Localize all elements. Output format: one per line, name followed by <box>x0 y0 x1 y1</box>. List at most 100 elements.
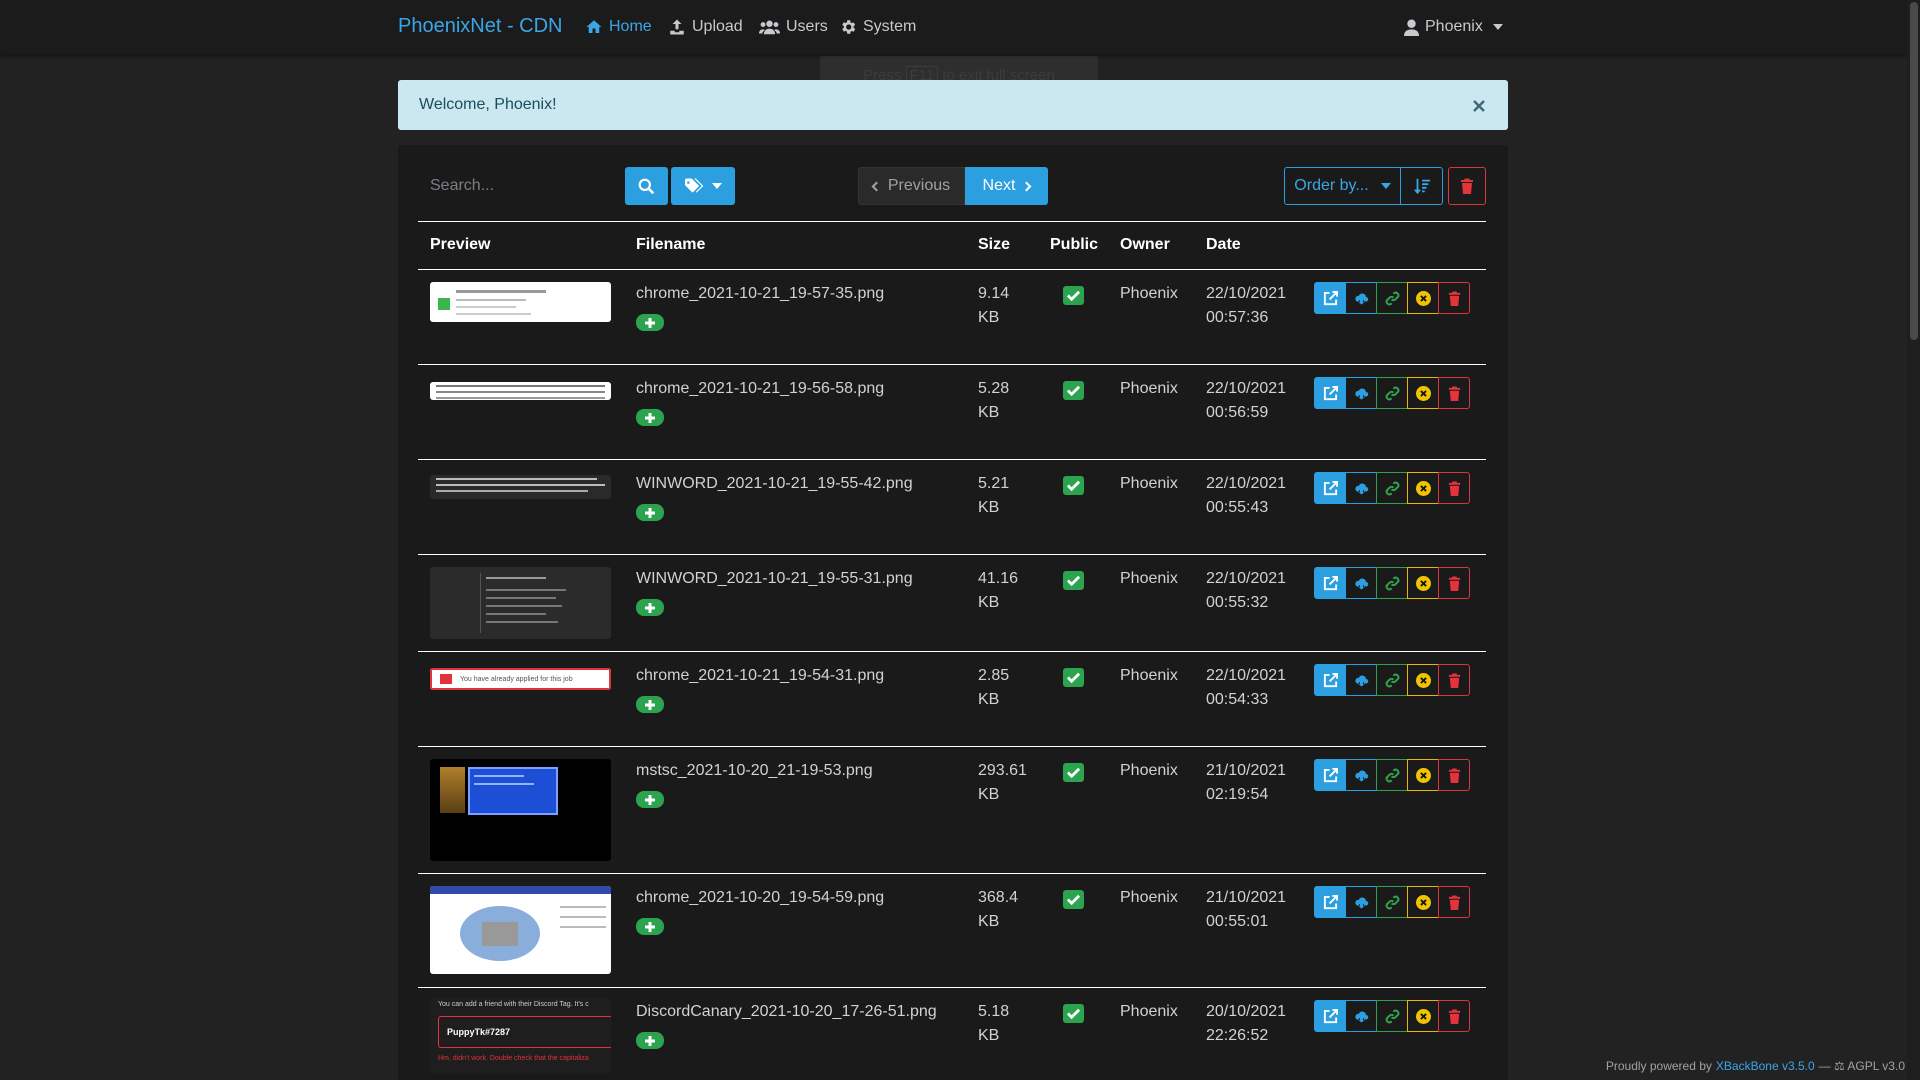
delete-button[interactable] <box>1438 282 1470 314</box>
scrollbar[interactable] <box>1907 0 1920 1080</box>
public-checkbox[interactable] <box>1063 763 1084 782</box>
preview-thumbnail[interactable] <box>430 759 611 861</box>
cloud-download-icon <box>1354 1011 1368 1022</box>
make-private-button[interactable] <box>1407 759 1439 791</box>
user-menu[interactable]: Phoenix <box>1404 18 1503 36</box>
cloud-download-icon <box>1354 293 1368 304</box>
preview-thumbnail[interactable]: You have already applied for this job <box>430 668 611 690</box>
copy-link-button[interactable] <box>1376 759 1408 791</box>
preview-thumbnail[interactable] <box>430 475 611 499</box>
public-checkbox[interactable] <box>1063 381 1084 400</box>
open-button[interactable] <box>1314 567 1346 599</box>
link-icon <box>1385 481 1399 495</box>
add-tag-button[interactable] <box>636 504 664 521</box>
add-tag-button[interactable] <box>636 409 664 426</box>
public-checkbox[interactable] <box>1063 668 1084 687</box>
copy-link-button[interactable] <box>1376 886 1408 918</box>
make-private-button[interactable] <box>1407 282 1439 314</box>
delete-button[interactable] <box>1438 1000 1470 1032</box>
tags-filter-button[interactable] <box>671 167 735 205</box>
gear-icon <box>842 20 856 34</box>
filename-link[interactable]: chrome_2021-10-21_19-57-35.png <box>636 282 884 306</box>
download-button[interactable] <box>1345 472 1377 504</box>
make-private-button[interactable] <box>1407 567 1439 599</box>
open-button[interactable] <box>1314 759 1346 791</box>
open-button[interactable] <box>1314 282 1346 314</box>
open-button[interactable] <box>1314 377 1346 409</box>
check-icon <box>1067 1008 1080 1019</box>
delete-button[interactable] <box>1438 377 1470 409</box>
previous-page-button[interactable]: Previous <box>858 167 965 205</box>
download-button[interactable] <box>1345 567 1377 599</box>
open-button[interactable] <box>1314 472 1346 504</box>
add-tag-button[interactable] <box>636 918 664 935</box>
add-tag-button[interactable] <box>636 696 664 713</box>
download-button[interactable] <box>1345 664 1377 696</box>
make-private-button[interactable] <box>1407 472 1439 504</box>
public-checkbox[interactable] <box>1063 890 1084 909</box>
order-by-dropdown[interactable]: Order by... <box>1284 167 1401 205</box>
filename-link[interactable]: WINWORD_2021-10-21_19-55-42.png <box>636 472 913 496</box>
filename-link[interactable]: chrome_2021-10-21_19-54-31.png <box>636 664 884 688</box>
preview-thumbnail[interactable]: You can add a friend with their Discord … <box>430 998 611 1073</box>
filename-link[interactable]: WINWORD_2021-10-21_19-55-31.png <box>636 567 913 591</box>
nav-system[interactable]: System <box>839 18 916 36</box>
delete-button[interactable] <box>1438 886 1470 918</box>
next-page-button[interactable]: Next <box>965 167 1048 205</box>
footer-link[interactable]: XBackBone v3.5.0 <box>1716 1059 1815 1073</box>
download-button[interactable] <box>1345 759 1377 791</box>
alert-close-button[interactable] <box>1472 93 1488 113</box>
brand-link[interactable]: PhoenixNet - CDN <box>398 15 563 38</box>
search-input[interactable] <box>418 167 623 205</box>
preview-thumbnail[interactable] <box>430 382 611 400</box>
add-tag-button[interactable] <box>636 599 664 616</box>
nav-users[interactable]: Users <box>759 18 828 36</box>
copy-link-button[interactable] <box>1376 664 1408 696</box>
download-button[interactable] <box>1345 377 1377 409</box>
filename-link[interactable]: chrome_2021-10-20_19-54-59.png <box>636 886 884 910</box>
copy-link-button[interactable] <box>1376 472 1408 504</box>
add-tag-button[interactable] <box>636 314 664 331</box>
copy-link-button[interactable] <box>1376 282 1408 314</box>
delete-button[interactable] <box>1438 759 1470 791</box>
preview-thumbnail[interactable] <box>430 567 611 639</box>
public-checkbox[interactable] <box>1063 476 1084 495</box>
trash-icon <box>1448 1008 1460 1024</box>
open-button[interactable] <box>1314 886 1346 918</box>
filename-link[interactable]: mstsc_2021-10-20_21-19-53.png <box>636 759 873 783</box>
plus-icon <box>645 699 655 710</box>
copy-link-button[interactable] <box>1376 1000 1408 1032</box>
delete-button[interactable] <box>1438 664 1470 696</box>
open-button[interactable] <box>1314 1000 1346 1032</box>
delete-button[interactable] <box>1438 567 1470 599</box>
preview-thumbnail[interactable] <box>430 886 611 974</box>
public-checkbox[interactable] <box>1063 286 1084 305</box>
download-button[interactable] <box>1345 1000 1377 1032</box>
copy-link-button[interactable] <box>1376 567 1408 599</box>
public-checkbox[interactable] <box>1063 571 1084 590</box>
open-button[interactable] <box>1314 664 1346 696</box>
scrollbar-thumb[interactable] <box>1910 2 1918 340</box>
make-private-button[interactable] <box>1407 1000 1439 1032</box>
make-private-button[interactable] <box>1407 377 1439 409</box>
delete-selected-button[interactable] <box>1448 167 1486 205</box>
filename-link[interactable]: chrome_2021-10-21_19-56-58.png <box>636 377 884 401</box>
preview-thumbnail[interactable] <box>430 282 611 322</box>
file-owner: Phoenix <box>1120 1003 1178 1020</box>
public-checkbox[interactable] <box>1063 1004 1084 1023</box>
search-button[interactable] <box>625 167 668 205</box>
make-private-button[interactable] <box>1407 664 1439 696</box>
make-private-button[interactable] <box>1407 886 1439 918</box>
nav-home[interactable]: Home <box>585 18 652 36</box>
delete-button[interactable] <box>1438 472 1470 504</box>
add-tag-button[interactable] <box>636 791 664 808</box>
copy-link-button[interactable] <box>1376 377 1408 409</box>
download-button[interactable] <box>1345 886 1377 918</box>
plus-icon <box>645 602 655 613</box>
check-icon <box>1067 290 1080 301</box>
nav-upload[interactable]: Upload <box>668 18 743 36</box>
download-button[interactable] <box>1345 282 1377 314</box>
add-tag-button[interactable] <box>636 1032 664 1049</box>
filename-link[interactable]: DiscordCanary_2021-10-20_17-26-51.png <box>636 1000 937 1024</box>
sort-direction-button[interactable] <box>1401 167 1443 205</box>
